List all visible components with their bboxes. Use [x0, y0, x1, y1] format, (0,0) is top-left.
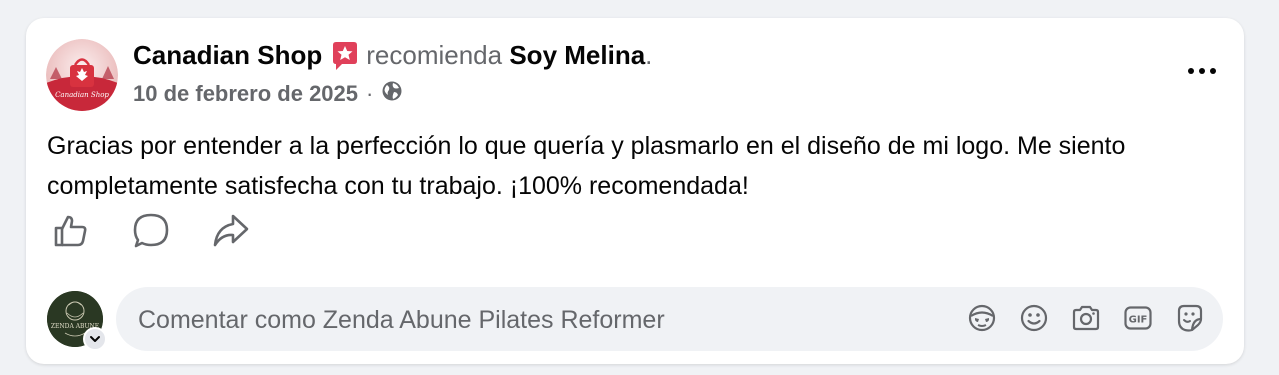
- gif-icon: GIF: [1124, 306, 1152, 330]
- chevron-down-icon[interactable]: [83, 327, 107, 351]
- comment-tools: GIF: [967, 303, 1205, 333]
- thumbs-up-icon: [54, 215, 87, 247]
- author-avatar[interactable]: Canadian Shop: [46, 39, 118, 111]
- more-dot-icon: [1210, 68, 1216, 74]
- sticker-button[interactable]: [1175, 303, 1205, 333]
- recommended-page[interactable]: Soy Melina: [509, 40, 645, 71]
- svg-text:Canadian Shop: Canadian Shop: [55, 91, 109, 99]
- sticker-icon: [1177, 304, 1203, 332]
- globe-icon: [381, 80, 403, 108]
- more-options-button[interactable]: [1182, 56, 1222, 86]
- camera-button[interactable]: [1071, 303, 1101, 333]
- more-dot-icon: [1188, 68, 1194, 74]
- recommend-badge-icon: [330, 41, 360, 71]
- post-date[interactable]: 10 de febrero de 2025: [133, 81, 358, 107]
- comment-placeholder: Comentar como Zenda Abune Pilates Reform…: [138, 306, 665, 334]
- emoji-icon: [1020, 304, 1048, 332]
- post-text: Gracias por entender a la perfección lo …: [47, 132, 1126, 200]
- author-name[interactable]: Canadian Shop: [133, 40, 322, 71]
- share-arrow-icon: [213, 214, 249, 247]
- commenter-avatar[interactable]: ZENDA ABUNE: [47, 291, 107, 351]
- comment-input[interactable]: Comentar como Zenda Abune Pilates Reform…: [116, 287, 1223, 351]
- gif-button[interactable]: GIF: [1123, 303, 1153, 333]
- emoji-button[interactable]: [1019, 303, 1049, 333]
- recommend-verb: recomienda: [366, 40, 503, 70]
- header-period: .: [645, 40, 653, 70]
- post-actions: [52, 212, 250, 250]
- comment-button[interactable]: [132, 212, 170, 250]
- camera-icon: [1072, 305, 1100, 331]
- share-button[interactable]: [212, 212, 250, 250]
- comment-bubble-icon: [133, 213, 169, 248]
- meta-separator: ·: [366, 81, 374, 106]
- gif-label: GIF: [1129, 315, 1148, 326]
- post-card: Canadian Shop Canadian Shop recomienda S…: [26, 18, 1244, 364]
- more-dot-icon: [1199, 68, 1205, 74]
- post-meta: 10 de febrero de 2025 ·: [133, 80, 403, 108]
- avatar-sticker-button[interactable]: [967, 303, 997, 333]
- canadian-shop-logo: Canadian Shop: [46, 39, 118, 111]
- like-button[interactable]: [52, 212, 90, 250]
- post-header: Canadian Shop recomienda Soy Melina .: [133, 40, 652, 71]
- avatar-sticker-icon: [968, 304, 996, 332]
